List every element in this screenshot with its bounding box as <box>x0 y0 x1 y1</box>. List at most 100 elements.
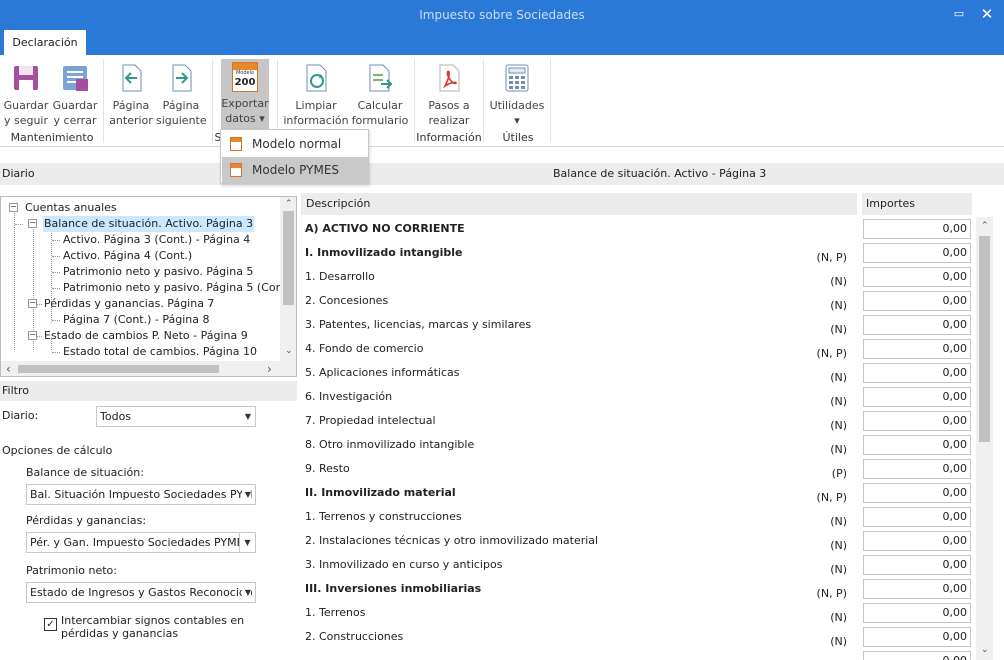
save-close-icon <box>59 62 91 94</box>
importe-input[interactable]: 0,00 <box>863 363 971 383</box>
tree-horizontal-scroll-thumb[interactable] <box>18 365 219 373</box>
importe-input[interactable]: 0,00 <box>863 531 971 551</box>
arrow-left-page-icon <box>115 62 147 94</box>
row-description: A) ACTIVO NO CORRIENTE <box>305 222 465 235</box>
utilidades-button[interactable]: Utilidades ▾ <box>488 59 546 127</box>
row-description: 1. Desarrollo <box>305 270 375 283</box>
row-description: 4. Fondo de comercio <box>305 342 424 355</box>
limpiar-informacion-label: Limpiar información <box>283 99 349 127</box>
importe-input[interactable]: 0,00 <box>863 555 971 575</box>
importe-input[interactable]: 0,00 <box>863 267 971 287</box>
pasos-realizar-button[interactable]: Pasos a realizar <box>420 59 478 127</box>
importe-input[interactable]: 0,00 <box>863 579 971 599</box>
scrollbar-corner <box>280 361 296 376</box>
collapse-icon[interactable]: − <box>28 331 37 340</box>
arrow-right-page-icon <box>165 62 197 94</box>
limpiar-informacion-button[interactable]: Limpiar información <box>283 59 349 127</box>
grid-vertical-scroll-thumb[interactable] <box>979 236 990 442</box>
importe-input[interactable]: 0,00 <box>863 507 971 527</box>
guardar-seguir-button[interactable]: Guardar y seguir <box>2 59 50 127</box>
close-icon[interactable]: ✕ <box>976 0 998 30</box>
table-row: I. Inmovilizado intangible (N, P) 0,00 <box>301 241 971 265</box>
perdidas-label: Pérdidas y ganancias: <box>26 514 147 527</box>
pagina-siguiente-button[interactable]: Página siguiente <box>156 59 207 127</box>
scroll-left-icon[interactable]: ‹ <box>6 362 11 376</box>
exportar-datos-button[interactable]: Modelo 200 Exportar datos ▾ <box>221 59 269 131</box>
ribbon-separator <box>103 59 104 143</box>
collapse-icon[interactable]: − <box>9 203 18 212</box>
importe-input[interactable]: 0,00 <box>863 435 971 455</box>
group-informacion: Información <box>416 131 482 144</box>
menu-item-label: Modelo normal <box>252 137 342 151</box>
table-row: 6. Investigación (N) 0,00 <box>301 385 971 409</box>
perdidas-select-value: Pér. y Gan. Impuesto Sociedades PYMES <box>30 536 251 549</box>
guardar-cerrar-button[interactable]: Guardar y cerrar <box>50 59 100 127</box>
row-description: 1. Terrenos y construcciones <box>305 510 462 523</box>
chevron-down-icon: ▼ <box>241 583 251 602</box>
importe-input[interactable]: 0,00 <box>863 603 971 623</box>
importe-input[interactable]: 0,00 <box>863 243 971 263</box>
balance-select[interactable]: Bal. Situación Impuesto Sociedades PYM ▼ <box>26 484 256 505</box>
importe-input[interactable]: 0,00 <box>863 459 971 479</box>
intercambiar-signos-label: Intercambiar signos contables en pérdida… <box>61 614 245 640</box>
filtro-header: Filtro <box>0 381 297 401</box>
tree-vertical-scroll-thumb[interactable] <box>283 211 294 305</box>
column-header-importes: Importes <box>862 193 972 215</box>
scroll-up-icon[interactable]: ⌃ <box>285 199 293 209</box>
group-mantenimiento: Mantenimiento <box>10 131 94 144</box>
tree-node-patrimonio-p5[interactable]: Patrimonio neto y pasivo. Página 5 <box>63 264 253 280</box>
scroll-down-icon[interactable]: ⌄ <box>981 645 989 655</box>
table-row: 8. Otro inmovilizado intangible (N) 0,00 <box>301 433 971 457</box>
table-row: 2. Concesiones (N) 0,00 <box>301 289 971 313</box>
row-description: 3. Patentes, licencias, marcas y similar… <box>305 318 532 331</box>
tree-node-patrimonio-p5-cont[interactable]: Patrimonio neto y pasivo. Página 5 (Cont… <box>63 280 295 296</box>
patrimonio-select-value: Estado de Ingresos y Gastos Reconocido <box>30 586 253 599</box>
menu-item-modelo-normal[interactable]: Modelo normal <box>222 131 368 157</box>
chevron-down-icon: ▼ <box>239 533 255 552</box>
row-description: 9. Resto <box>305 462 350 475</box>
importe-input[interactable]: 0,00 <box>863 627 971 647</box>
intercambiar-signos-checkbox[interactable]: ✓ <box>44 618 57 631</box>
tree-node-label: Activo. Página 3 (Cont.) - Página 4 <box>63 233 251 246</box>
importe-input[interactable]: 0,00 <box>863 219 971 239</box>
diario-select[interactable]: Todos ▼ <box>96 406 256 427</box>
row-description: II. Inmovilizado material <box>305 486 456 499</box>
tab-declaracion[interactable]: Declaración <box>4 30 86 55</box>
patrimonio-select[interactable]: Estado de Ingresos y Gastos Reconocido ▼ <box>26 582 256 603</box>
table-row: III. Inversiones inmobiliarias (N, P) 0,00 <box>301 577 971 601</box>
table-row: 0,00 <box>301 649 971 660</box>
window-title: Impuesto sobre Sociedades <box>419 8 585 22</box>
table-row: 1. Desarrollo (N) 0,00 <box>301 265 971 289</box>
menu-item-modelo-pymes[interactable]: Modelo PYMES <box>222 157 368 183</box>
row-description: 2. Instalaciones técnicas y otro inmovil… <box>305 534 599 547</box>
scroll-right-icon[interactable]: › <box>267 362 272 376</box>
tree-node-activo-p3[interactable]: Activo. Página 3 (Cont.) - Página 4 <box>63 232 250 248</box>
calcular-formulario-button[interactable]: Calcular formulario <box>350 59 410 127</box>
importe-input[interactable]: 0,00 <box>863 339 971 359</box>
scroll-down-icon[interactable]: ⌄ <box>285 346 293 356</box>
collapse-icon[interactable]: − <box>28 299 37 308</box>
collapse-icon[interactable]: − <box>28 219 37 228</box>
form-grid: Descripción Importes A) ACTIVO NO CORRIE… <box>301 193 1004 660</box>
importe-input[interactable]: 0,00 <box>863 483 971 503</box>
guardar-seguir-label: Guardar y seguir <box>3 99 49 127</box>
tree-node-activo-p4[interactable]: Activo. Página 4 (Cont.) <box>63 248 192 264</box>
column-header-descripcion: Descripción <box>301 193 857 215</box>
importe-input[interactable]: 0,00 <box>863 411 971 431</box>
pasos-realizar-label: Pasos a realizar <box>428 99 470 127</box>
tree-node-pagina-7-cont[interactable]: Página 7 (Cont.) - Página 8 <box>63 312 210 328</box>
perdidas-select[interactable]: Pér. y Gan. Impuesto Sociedades PYMES ▼ <box>26 532 256 553</box>
calcular-formulario-label: Calcular formulario <box>351 99 409 127</box>
balance-label: Balance de situación: <box>26 466 144 479</box>
importe-input[interactable]: 0,00 <box>863 315 971 335</box>
modelo-icon <box>230 137 242 151</box>
importe-input[interactable]: 0,00 <box>863 387 971 407</box>
pagina-anterior-button[interactable]: Página anterior <box>108 59 154 127</box>
importe-input[interactable]: 0,00 <box>863 651 971 660</box>
tree-node-estado-total-p10[interactable]: Estado total de cambios. Página 10 <box>63 344 257 360</box>
tree-node-label: Estado total de cambios. Página 10 <box>63 345 257 358</box>
importe-input[interactable]: 0,00 <box>863 291 971 311</box>
maximize-icon[interactable]: ▭ <box>948 0 970 30</box>
scroll-up-icon[interactable]: ⌃ <box>981 221 989 231</box>
table-row: A) ACTIVO NO CORRIENTE 0,00 <box>301 217 971 241</box>
